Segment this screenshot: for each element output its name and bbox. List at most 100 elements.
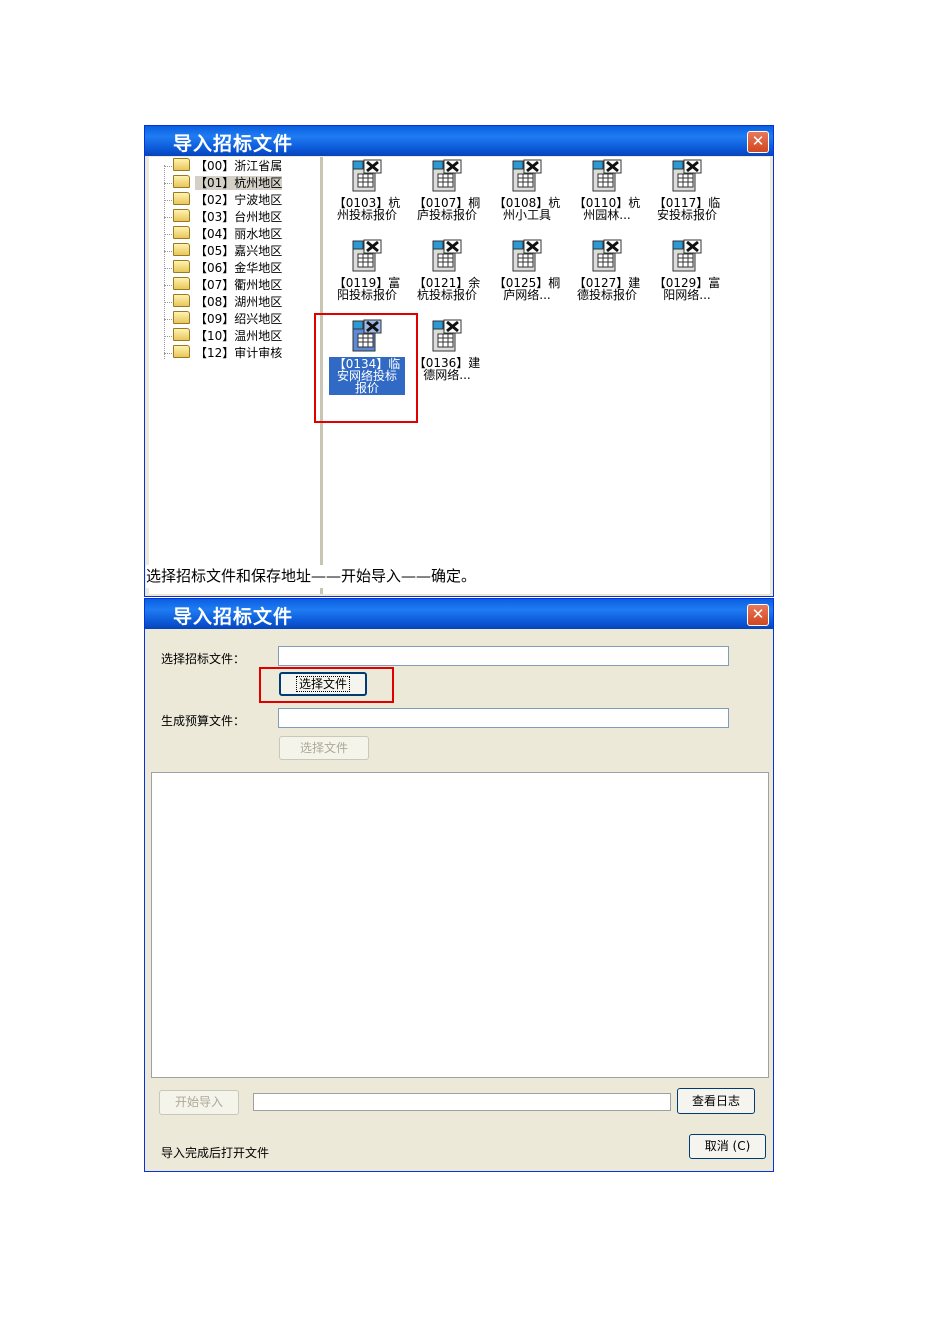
tree-item-label: 【04】丽水地区: [195, 227, 283, 241]
region-tree[interactable]: 【00】浙江省属 【01】杭州地区 【02】宁波地区 【03】台州地区 【04】丽水地区…: [149, 157, 323, 594]
budget-file-path-input[interactable]: [278, 708, 729, 728]
file-item[interactable]: 【0136】建 德网络...: [409, 319, 485, 381]
select-budget-file-button[interactable]: 选择文件: [279, 736, 369, 760]
folder-icon: [173, 277, 190, 290]
file-label: 【0117】临 安投标报价: [649, 197, 725, 221]
file-item[interactable]: 【0125】桐 庐网络...: [489, 239, 565, 301]
tree-item[interactable]: 【01】杭州地区: [173, 175, 283, 191]
tree-item[interactable]: 【05】嘉兴地区: [173, 243, 282, 259]
folder-icon: [173, 328, 190, 341]
file-item[interactable]: 【0108】杭 州小工具: [489, 159, 565, 221]
close-button[interactable]: ✕: [747, 131, 769, 153]
tree-item[interactable]: 【09】绍兴地区: [173, 311, 282, 327]
tree-item-label: 【01】杭州地区: [195, 176, 283, 190]
file-label: 【0107】桐 庐投标报价: [409, 197, 485, 221]
folder-icon: [173, 209, 190, 222]
file-label: 【0103】杭 州投标报价: [329, 197, 405, 221]
view-log-button[interactable]: 查看日志: [677, 1088, 755, 1114]
tree-item[interactable]: 【04】丽水地区: [173, 226, 282, 242]
file-label: 【0125】桐 庐网络...: [489, 277, 565, 301]
start-import-button[interactable]: 开始导入: [159, 1090, 239, 1115]
tree-item-label: 【05】嘉兴地区: [195, 244, 283, 258]
tree-item[interactable]: 【06】金华地区: [173, 260, 282, 276]
tree-item[interactable]: 【07】衢州地区: [173, 277, 282, 293]
file-label: 【0110】杭 州园林...: [569, 197, 645, 221]
folder-icon: [173, 345, 190, 358]
folder-icon: [173, 226, 190, 239]
instruction-caption: 选择招标文件和保存地址——开始导入——确定。: [146, 565, 481, 588]
tree-connector: [164, 183, 172, 184]
folder-icon: [173, 175, 190, 188]
tree-item-label: 【03】台州地区: [195, 210, 283, 224]
excel-bid-file-icon: [431, 239, 463, 273]
file-label: 【0119】富 阳投标报价: [329, 277, 405, 301]
close-button[interactable]: ✕: [747, 604, 769, 626]
file-label-line: 州小工具: [502, 208, 551, 222]
excel-bid-file-icon: [591, 159, 623, 193]
tree-item-label: 【07】衢州地区: [195, 278, 283, 292]
excel-bid-file-icon: [351, 239, 383, 273]
excel-bid-file-icon: [351, 159, 383, 193]
file-item[interactable]: 【0107】桐 庐投标报价: [409, 159, 485, 221]
tree-connector: [164, 234, 172, 235]
tree-item[interactable]: 【08】湖州地区: [173, 294, 282, 310]
import-bid-window-form: 导入招标文件 ✕ 选择招标文件： 选择文件 生成预算文件： 选择文件 开始导入 …: [144, 598, 774, 1172]
tree-item-label: 【02】宁波地区: [195, 193, 283, 207]
tree-item[interactable]: 【00】浙江省属: [173, 158, 282, 174]
window-title: 导入招标文件: [173, 133, 294, 155]
tree-connector: [164, 166, 172, 167]
tree-connector: [164, 353, 172, 354]
file-label-line: 州投标报价: [336, 208, 397, 222]
highlight-selected-file: [314, 313, 418, 423]
tree-item[interactable]: 【12】审计审核: [173, 345, 282, 361]
tree-connector: [164, 319, 172, 320]
cancel-button[interactable]: 取消 (C): [689, 1134, 766, 1159]
tree-connector: [164, 268, 172, 269]
file-label-line: 阳网络...: [663, 288, 711, 302]
file-item[interactable]: 【0117】临 安投标报价: [649, 159, 725, 221]
bid-file-path-input[interactable]: [278, 646, 729, 666]
folder-icon: [173, 243, 190, 256]
open-after-import-label: 导入完成后打开文件: [161, 1146, 270, 1160]
excel-bid-file-icon: [511, 239, 543, 273]
file-item[interactable]: 【0129】富 阳网络...: [649, 239, 725, 301]
file-label-line: 州园林...: [583, 208, 631, 222]
file-item[interactable]: 【0119】富 阳投标报价: [329, 239, 405, 301]
file-label-line: 德投标报价: [576, 288, 637, 302]
file-label-line: 安投标报价: [656, 208, 717, 222]
excel-bid-file-icon: [671, 239, 703, 273]
tree-connector: [164, 165, 166, 359]
select-bid-file-label: 选择招标文件：: [161, 652, 246, 666]
excel-bid-file-icon: [511, 159, 543, 193]
file-label-line: 阳投标报价: [336, 288, 397, 302]
file-item[interactable]: 【0103】杭 州投标报价: [329, 159, 405, 221]
tree-connector: [164, 217, 172, 218]
tree-item[interactable]: 【02】宁波地区: [173, 192, 282, 208]
file-item[interactable]: 【0110】杭 州园林...: [569, 159, 645, 221]
file-label: 【0136】建 德网络...: [409, 357, 485, 381]
import-log-area[interactable]: [151, 772, 769, 1078]
tree-item[interactable]: 【03】台州地区: [173, 209, 282, 225]
tree-item-label: 【09】绍兴地区: [195, 312, 283, 326]
import-progress-bar: [253, 1093, 671, 1111]
tree-item[interactable]: 【10】温州地区: [173, 328, 282, 344]
window-title: 导入招标文件: [173, 606, 294, 628]
generate-budget-file-label: 生成预算文件：: [161, 714, 246, 728]
tree-item-label: 【00】浙江省属: [195, 159, 283, 173]
file-label-line: 庐投标报价: [416, 208, 477, 222]
tree-item-label: 【06】金华地区: [195, 261, 283, 275]
title-bar[interactable]: 导入招标文件 ✕: [145, 599, 773, 629]
file-item[interactable]: 【0127】建 德投标报价: [569, 239, 645, 301]
tree-item-label: 【12】审计审核: [195, 346, 283, 360]
file-label-line: 庐网络...: [503, 288, 551, 302]
folder-icon: [173, 294, 190, 307]
tree-connector: [164, 285, 172, 286]
excel-bid-file-icon: [591, 239, 623, 273]
excel-bid-file-icon: [671, 159, 703, 193]
file-item[interactable]: 【0121】余 杭投标报价: [409, 239, 485, 301]
folder-icon: [173, 158, 190, 171]
highlight-select-file-button: [259, 667, 394, 703]
tree-connector: [164, 336, 172, 337]
file-label-line: 杭投标报价: [416, 288, 477, 302]
title-bar[interactable]: 导入招标文件 ✕: [145, 126, 773, 156]
